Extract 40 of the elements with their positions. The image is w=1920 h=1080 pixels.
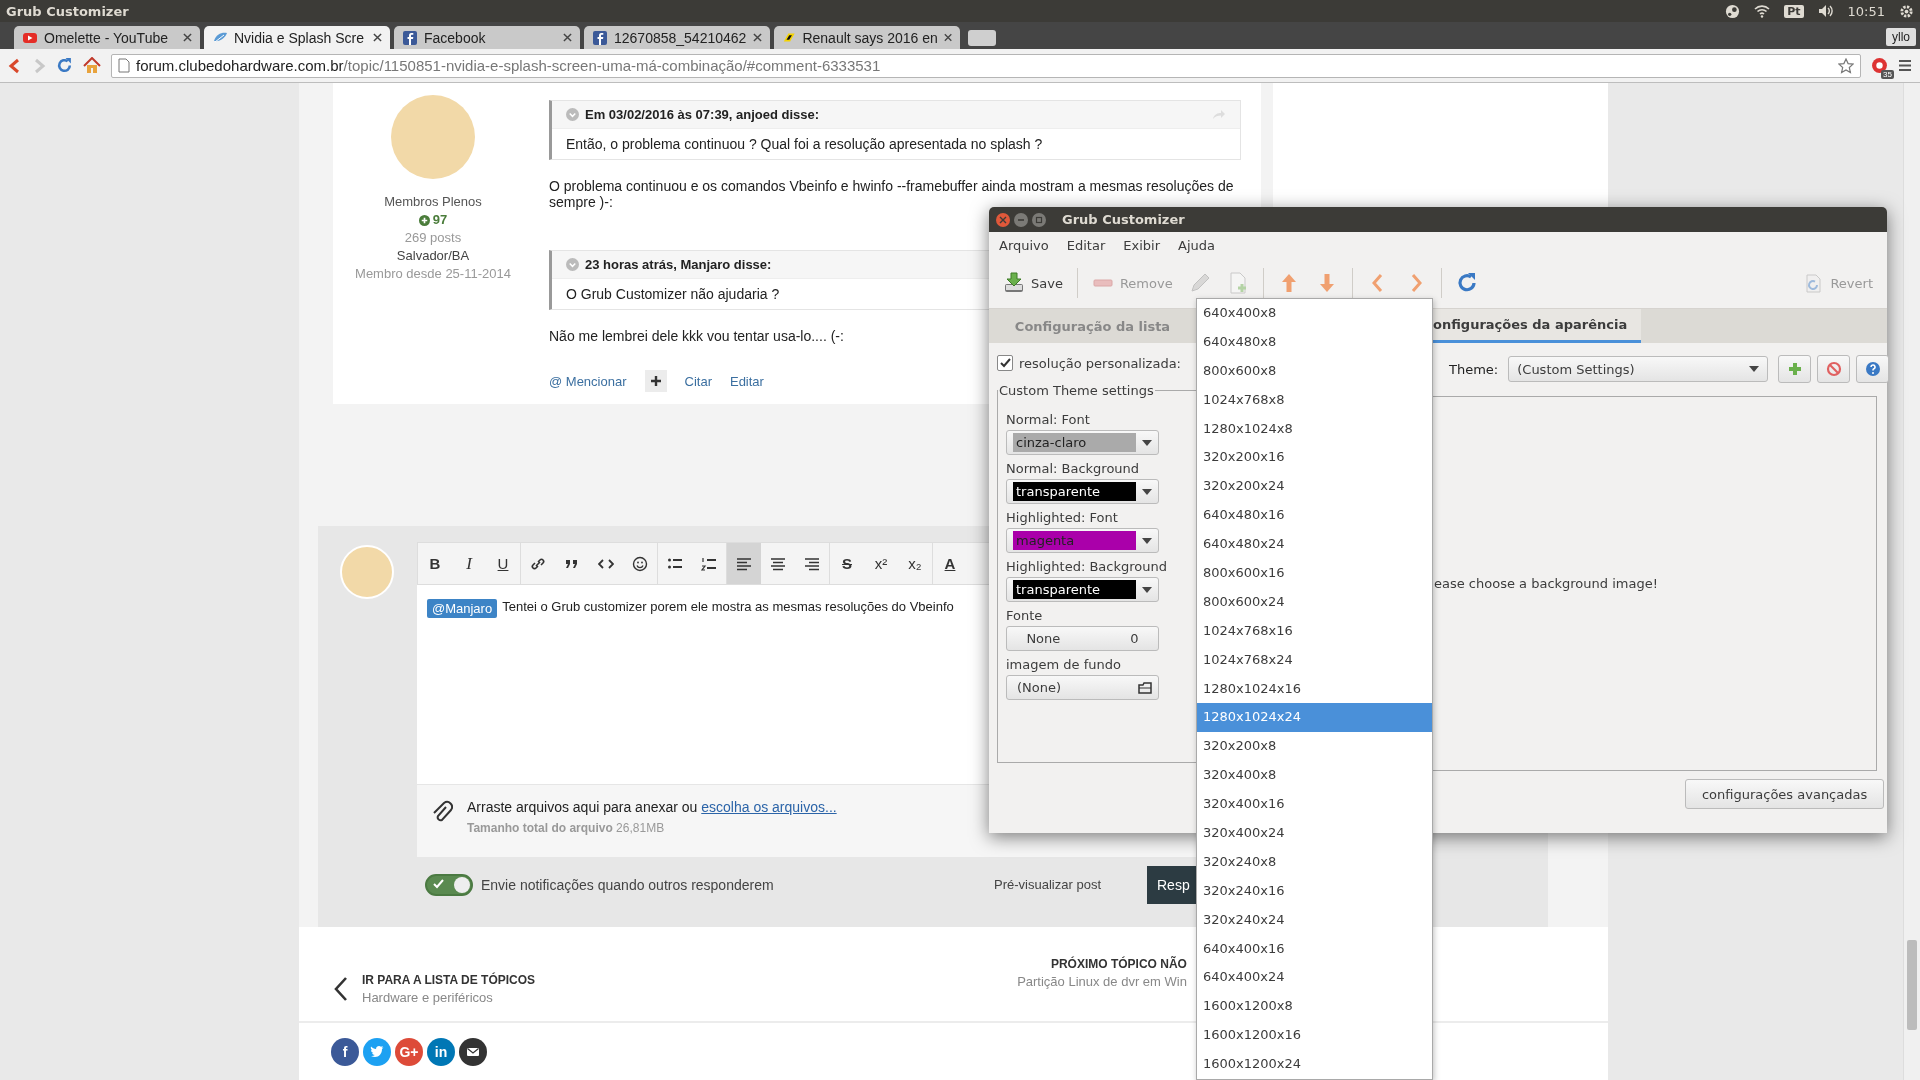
preview-message: ease choose a background image!	[1433, 576, 1658, 591]
field-label: Normal: Background	[1006, 461, 1141, 476]
member-group: Membros Plenos	[384, 193, 482, 211]
field-label: Fonte	[1006, 608, 1044, 623]
total-size: Tamanho total do arquivo 26,81MB	[467, 821, 666, 835]
tab-title: Renault says 2016 en	[802, 29, 938, 46]
notify-label: Envie notificações quando outros responderem	[481, 876, 774, 893]
post-text: O problema continuou e os comandos Vbeinfo e hwinfo --framebuffer ainda mostram a mesmas resoluções de sempre )-:	[549, 178, 1235, 210]
tab-title: Facebook	[424, 29, 487, 46]
mention-tag: @Manjaro	[427, 599, 498, 618]
notification-badge: 35	[1881, 70, 1894, 79]
theme-label: Theme:	[1449, 361, 1499, 377]
tab-title: Nvidia e Splash Scre	[234, 29, 365, 46]
member-location: Salvador/BA	[396, 247, 470, 265]
quote-author: 23 horas atrás, Manjaro disse:	[585, 257, 772, 272]
tab-title: Omelette - YouTube	[44, 29, 169, 46]
post-count: 269 posts	[404, 229, 462, 247]
color-swatch: magenta	[1013, 531, 1136, 550]
field-label: imagem de fundo	[1006, 657, 1122, 672]
reply-text: Tentei o Grub customizer porem ele mostra as mesmas resoluções do Vbeinfo	[502, 599, 954, 614]
color-swatch: transparente	[1013, 580, 1136, 599]
member-since: Membro desde 25-11-2014	[355, 265, 511, 283]
topic-subtitle: Partição Linux de dvr em Win	[1017, 974, 1187, 989]
quote-author: Em 03/02/2016 às 07:39, anjoed disse:	[585, 107, 820, 122]
color-swatch: cinza-claro	[1013, 433, 1136, 452]
field-label: Highlighted: Background	[1006, 559, 1168, 574]
window-title: Grub Customizer	[1062, 212, 1185, 227]
tab-title: 12670858_54210462	[614, 29, 747, 46]
post-text: Não me lembrei dele kkk vou tentar usa-lo.... (-:	[549, 328, 844, 344]
url-text: forum.clubedohardware.com.br/topic/1150851-nvidia-e-splash-screen-uma-má-combinação/#comment-6333531	[136, 57, 881, 74]
field-label: Normal: Font	[1006, 412, 1091, 427]
topic-subtitle: Hardware e periféricos	[362, 990, 494, 1005]
quote-text: Então, o problema continuou ? Qual foi a resolução apresentada no splash ?	[552, 128, 1240, 159]
font-size-value: 0	[1130, 631, 1139, 646]
checkbox-label: resolução personalizada:	[1019, 355, 1181, 371]
group-title: Custom Theme settings	[998, 383, 1155, 398]
color-swatch: transparente	[1013, 482, 1136, 501]
reputation-count: 97	[432, 211, 448, 229]
attach-instructions: Arraste arquivos aqui para anexar ou escolha os arquivos...	[467, 799, 837, 815]
app-title: Grub Customizer	[6, 3, 129, 19]
